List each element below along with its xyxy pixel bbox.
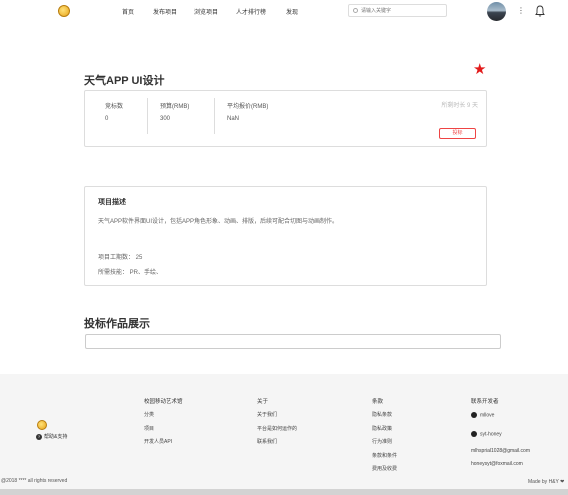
horizontal-scrollbar[interactable] [0,489,568,495]
footer-link-how-it-works[interactable]: 平台是如何运作的 [257,425,297,432]
budget-stat: 预算(RMB) 300 [160,101,189,122]
avg-price-value: NaN [227,116,240,122]
footer-col-heading: 条款 [372,399,384,405]
works-section-title: 投标作品展示 [84,318,150,330]
footer-link-fees[interactable]: 费用及收费 [372,465,397,472]
footer-link-privacy-policy[interactable]: 隐私政策 [372,425,392,432]
github-user-2: syt-honey [480,431,502,438]
github-icon [471,431,477,437]
github-link-1[interactable]: mllove [471,412,494,418]
bids-label: 竞标数 [105,104,124,110]
footer-col-heading: 关于 [257,399,269,405]
footer: ? 帮助&支持 校园移动艺术馆 分类 项目 开发人员API 关于 关于我们 平台是… [0,374,568,489]
dev-email-2[interactable]: honeysyt@foxmail.com [471,461,523,467]
user-avatar[interactable] [487,2,506,21]
divider [214,98,215,134]
footer-col-heading: 校园移动艺术馆 [144,399,183,405]
help-support-link[interactable]: ? 帮助&支持 [36,433,67,440]
footer-link-dev-api[interactable]: 开发人员API [144,438,172,445]
divider [147,98,148,134]
footer-link-code-of-conduct[interactable]: 行为准则 [372,438,392,445]
footer-link-contact[interactable]: 联系我们 [257,438,277,445]
project-description-card: 项目描述 天气APP软件界面UI设计，包括APP角色形象、动画、排版，后续可配合… [84,186,487,286]
nav-discover[interactable]: 发现 [286,7,298,16]
nav-browse-projects[interactable]: 浏览项目 [194,7,218,16]
description-text: 天气APP软件界面UI设计，包括APP角色形象、动画、排版，后续可配合切图与动画… [98,219,339,225]
bid-button[interactable]: 投标 [439,128,476,139]
nav-talent-ranking[interactable]: 人才排行榜 [236,7,266,16]
github-icon [471,412,477,418]
budget-value: 300 [160,116,171,122]
help-label: 帮助&支持 [44,434,68,440]
footer-logo[interactable] [37,420,47,430]
footer-link-projects[interactable]: 项目 [144,425,154,432]
avg-price-stat: 平均报价(RMB) NaN [227,101,268,122]
github-user-1: mllove [480,412,495,419]
copyright-text: @2018 **** all rights reserved [1,478,68,484]
project-stats-card: 竞标数 0 预算(RMB) 300 平均报价(RMB) NaN 所剩时长 9 天… [84,90,487,147]
search-icon [353,8,358,13]
nav-post-project[interactable]: 发布项目 [153,7,177,16]
budget-label: 预算(RMB) [160,104,190,110]
footer-link-category[interactable]: 分类 [144,411,154,418]
footer-link-privacy-terms[interactable]: 隐私条款 [372,411,392,418]
footer-link-terms-conditions[interactable]: 条款和条件 [372,452,397,459]
description-heading: 项目描述 [98,199,126,206]
required-skills: 所需技能： PR、手绘、 [98,270,163,276]
footer-link-about[interactable]: 关于我们 [257,411,277,418]
more-menu-icon[interactable]: ⋮ [517,6,525,15]
project-title: 天气APP UI设计 [84,75,165,87]
bids-value: 0 [105,116,109,122]
favorite-star-icon[interactable]: ★ [473,62,486,77]
help-icon: ? [36,433,42,440]
notification-bell-icon[interactable] [535,5,545,17]
top-navbar: 首页 发布项目 浏览项目 人才排行榜 发现 ⋮ [0,0,568,26]
works-gallery [85,334,501,349]
bids-stat: 竞标数 0 [105,101,123,122]
avg-price-label: 平均报价(RMB) [227,104,269,110]
site-logo[interactable] [58,5,70,17]
github-link-2[interactable]: syt-honey [471,431,502,437]
remaining-time: 所剩时长 9 天 [441,103,478,109]
dev-email-1[interactable]: mlhsprial1028@gmail.com [471,448,530,454]
search-input[interactable] [361,6,443,16]
search-box[interactable] [348,4,447,17]
made-by-text: Made by H&Y ❤ [528,479,565,485]
nav-home[interactable]: 首页 [122,7,134,16]
project-period: 项目工期数： 25 [98,255,143,261]
footer-col-heading: 联系开发者 [471,399,499,405]
